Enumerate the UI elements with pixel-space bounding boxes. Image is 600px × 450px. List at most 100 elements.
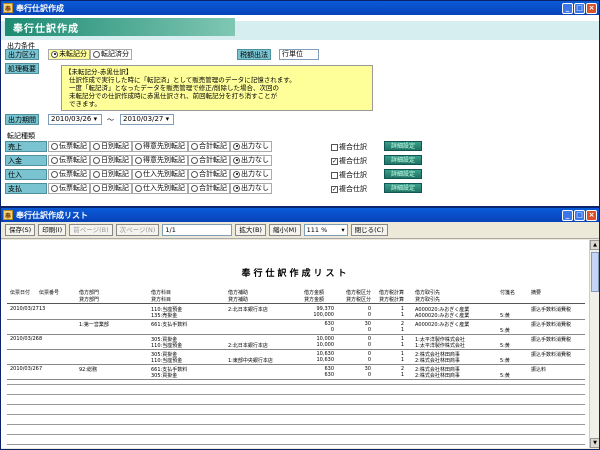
table-cell: 2:北日本銀行本店: [228, 343, 268, 349]
option-label: 出力なし: [241, 142, 269, 150]
checkbox-icon[interactable]: [331, 171, 338, 179]
zoom-out-button[interactable]: 縮小(M): [268, 224, 301, 236]
table-cell: 0: [367, 372, 371, 378]
dropdown-icon[interactable]: ▾: [166, 115, 170, 123]
column-header: 貸方部門: [79, 297, 100, 303]
minimize-icon[interactable]: _: [562, 2, 573, 14]
option-label: 出力なし: [241, 170, 269, 178]
dropdown-icon[interactable]: ▾: [94, 115, 98, 123]
processing-line: 未転記分での仕訳作成時に赤黒仕訳され、前回転記分を打ち消すことが: [69, 92, 278, 100]
checkbox-icon[interactable]: [331, 143, 338, 151]
processing-line: できます。: [69, 100, 101, 108]
empty-row-rule: [7, 434, 585, 435]
processing-label: 処理概要: [5, 63, 39, 74]
maximize-icon[interactable]: □: [574, 209, 585, 221]
column-header: 付箋名: [500, 290, 516, 296]
period-to-value: 2010/03/27: [123, 115, 164, 123]
period-separator: 〜: [107, 116, 114, 124]
column-header: 借方取引先: [415, 290, 441, 296]
column-header: 貸方補助: [228, 297, 249, 303]
transfer-option[interactable]: 得意先別転記: [132, 155, 188, 166]
tax-method-label: 税額出法: [237, 49, 271, 60]
transfer-option[interactable]: 日別転記: [90, 141, 132, 152]
radio-icon: [93, 184, 100, 192]
detail-settings-button[interactable]: 詳細設定: [384, 183, 422, 193]
page-field[interactable]: 1/1: [162, 224, 233, 236]
output-type-unposted[interactable]: 未転記分: [48, 49, 90, 60]
table-cell: 2010/03/27: [10, 306, 39, 312]
compound-checkbox[interactable]: 複合仕訳: [331, 142, 367, 152]
table-cell: 2010/03/26: [10, 366, 39, 372]
transfer-row-label: 売上: [5, 141, 47, 152]
minimize-icon[interactable]: _: [562, 209, 573, 221]
transfer-option[interactable]: 合計転記: [188, 183, 230, 194]
checkbox-icon[interactable]: ✓: [331, 185, 338, 193]
compound-checkbox[interactable]: ✓ 複合仕訳: [331, 184, 367, 194]
scroll-thumb[interactable]: [591, 252, 599, 292]
transfer-section-label: 転記種類: [7, 132, 35, 140]
detail-settings-button[interactable]: 詳細設定: [384, 141, 422, 151]
transfer-option[interactable]: 伝票転記: [48, 141, 90, 152]
transfer-option[interactable]: 出力なし: [230, 155, 272, 166]
transfer-option[interactable]: 仕入先別転記: [132, 169, 188, 180]
transfer-option[interactable]: 仕入先別転記: [132, 183, 188, 194]
period-from-field[interactable]: 2010/03/26 ▾: [48, 114, 102, 125]
transfer-option[interactable]: 出力なし: [230, 183, 272, 194]
transfer-option[interactable]: 日別転記: [90, 169, 132, 180]
transfer-option[interactable]: 合計転記: [188, 169, 230, 180]
table-cell: 5:黄: [500, 343, 510, 349]
prev-page-button[interactable]: 前ページ(B): [69, 224, 113, 236]
detail-settings-button[interactable]: 詳細設定: [384, 169, 422, 179]
maximize-icon[interactable]: □: [574, 2, 585, 14]
compound-label: 複合仕訳: [339, 157, 367, 165]
zoom-value: 111 %: [306, 226, 328, 234]
table-cell: 2:株式会社林田商事: [415, 358, 460, 364]
transfer-option[interactable]: 伝票転記: [48, 183, 90, 194]
transfer-option[interactable]: 出力なし: [230, 169, 272, 180]
transfer-option[interactable]: 伝票転記: [48, 155, 90, 166]
empty-row-rule: [7, 424, 585, 425]
transfer-option[interactable]: 合計転記: [188, 155, 230, 166]
table-cell: 7: [39, 366, 43, 372]
transfer-option[interactable]: 日別転記: [90, 155, 132, 166]
detail-settings-button[interactable]: 詳細設定: [384, 155, 422, 165]
option-label: 日別転記: [101, 170, 129, 178]
period-to-field[interactable]: 2010/03/27 ▾: [120, 114, 174, 125]
scroll-up-icon[interactable]: ▲: [590, 240, 599, 250]
list-toolbar: 保存(S) 印刷(I) 前ページ(B) 次ページ(N) 1/1 拡大(B) 縮小…: [1, 222, 599, 239]
report-page: 奉行仕訳作成リスト 伝票日付 伝票番号 借方部門 貸方部門 借方科目 貸方科目 借方補助 貸方…: [1, 240, 590, 448]
save-button[interactable]: 保存(S): [5, 224, 36, 236]
main-titlebar: 奉 奉行仕訳作成 _ □ ×: [1, 1, 599, 15]
period-from-value: 2010/03/26: [51, 115, 92, 123]
checkbox-icon[interactable]: ✓: [331, 157, 338, 165]
table-cell: 0: [367, 342, 371, 348]
option-label: 合計転記: [199, 170, 227, 178]
scroll-down-icon[interactable]: ▼: [590, 438, 599, 448]
zoom-in-button[interactable]: 拡大(B): [235, 224, 266, 236]
tax-method-field[interactable]: 行単位: [279, 49, 319, 60]
transfer-option[interactable]: 合計転記: [188, 141, 230, 152]
option-label: 合計転記: [199, 184, 227, 192]
compound-checkbox[interactable]: ✓ 複合仕訳: [331, 156, 367, 166]
table-cell: 振込手数料消費税: [531, 352, 572, 358]
compound-checkbox[interactable]: 複合仕訳: [331, 170, 367, 180]
transfer-option[interactable]: 伝票転記: [48, 169, 90, 180]
close-icon[interactable]: ×: [586, 2, 597, 14]
print-button[interactable]: 印刷(I): [38, 224, 67, 236]
transfer-option[interactable]: 得意先別転記: [132, 141, 188, 152]
next-page-button[interactable]: 次ページ(N): [115, 224, 160, 236]
vertical-scrollbar[interactable]: ▲ ▼: [589, 240, 599, 448]
option-label: 合計転記: [199, 142, 227, 150]
option-label: 伝票転記: [59, 170, 87, 178]
close-button[interactable]: 閉じる(C): [350, 224, 388, 236]
output-type-posted[interactable]: 転記済分: [90, 49, 132, 60]
radio-icon: [51, 156, 58, 164]
transfer-option[interactable]: 出力なし: [230, 141, 272, 152]
processing-line: 【未転記分-赤黒仕訳】: [65, 68, 133, 76]
table-cell: 110:当座預金: [151, 343, 183, 349]
processing-description: 【未転記分-赤黒仕訳】 仕訳作成で実行した時に「転記済」として販売管理のデータに…: [61, 65, 373, 111]
close-icon[interactable]: ×: [586, 209, 597, 221]
transfer-option[interactable]: 日別転記: [90, 183, 132, 194]
table-row-rule: [7, 364, 585, 365]
zoom-select[interactable]: 111 % ▾: [303, 224, 348, 236]
